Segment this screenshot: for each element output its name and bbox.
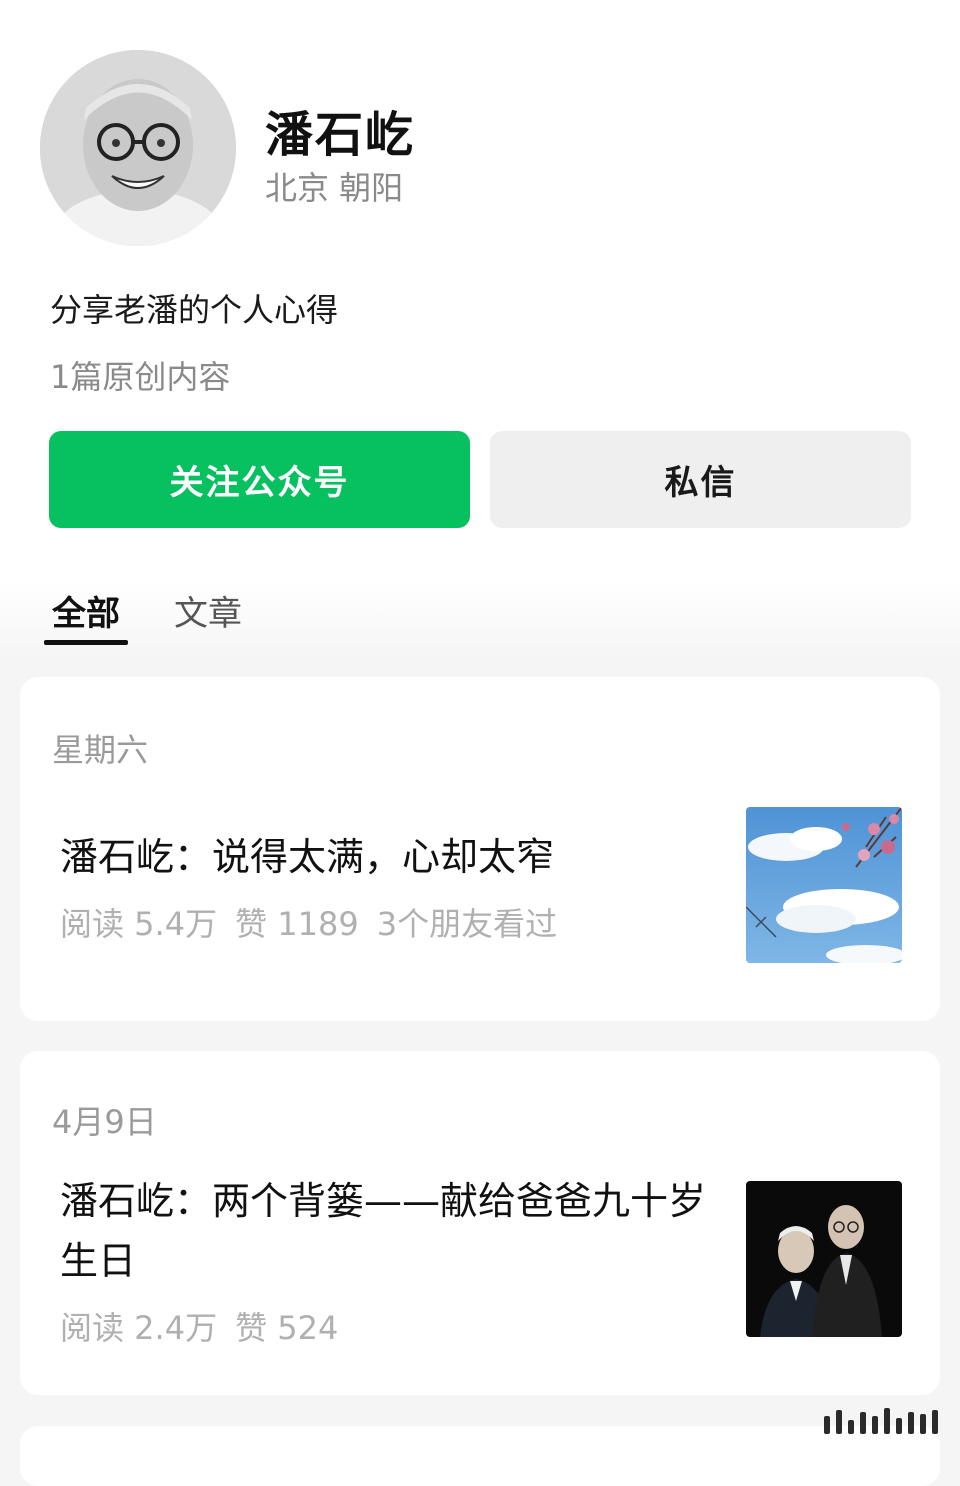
article-date: 星期六 <box>52 731 149 769</box>
avatar-portrait-icon <box>40 50 236 246</box>
father-son-portrait-image[interactable] <box>746 1181 902 1337</box>
message-button[interactable]: 私信 <box>490 431 911 528</box>
watermark-icon <box>824 1408 938 1434</box>
article-likes: 赞 1189 <box>235 905 359 943</box>
follow-button[interactable]: 关注公众号 <box>49 431 470 528</box>
profile-bio: 分享老潘的个人心得 <box>50 291 339 329</box>
article-date: 4月9日 <box>52 1103 157 1141</box>
original-content-count[interactable]: 1篇原创内容 <box>50 352 230 398</box>
tab-articles[interactable]: 文章 <box>174 586 242 635</box>
article-title[interactable]: 潘石屹：两个背篓——献给爸爸九十岁生日 <box>60 1171 720 1291</box>
article-likes: 赞 524 <box>235 1309 339 1347</box>
article-reads: 阅读 5.4万 <box>60 905 218 943</box>
article-card[interactable] <box>20 1426 940 1486</box>
article-title[interactable]: 潘石屹：说得太满，心却太窄 <box>60 827 720 887</box>
profile-location: 北京 朝阳 <box>265 169 404 207</box>
avatar[interactable] <box>40 50 236 246</box>
article-reads: 阅读 2.4万 <box>60 1309 218 1347</box>
article-card[interactable]: 4月9日 潘石屹：两个背篓——献给爸爸九十岁生日 阅读 2.4万赞 524 <box>20 1051 940 1395</box>
article-stats: 阅读 5.4万赞 1189 3个朋友看过 <box>60 899 575 945</box>
article-card[interactable]: 星期六 潘石屹：说得太满，心却太窄 阅读 5.4万赞 1189 3个朋友看过 <box>20 677 940 1021</box>
article-friends-read: 3个朋友看过 <box>376 905 558 943</box>
article-stats: 阅读 2.4万赞 524 <box>60 1303 356 1349</box>
tab-all[interactable]: 全部 <box>52 586 120 635</box>
profile-name: 潘石屹 <box>265 107 416 163</box>
sky-clouds-blossom-image[interactable] <box>746 807 902 963</box>
active-tab-indicator <box>44 640 128 645</box>
